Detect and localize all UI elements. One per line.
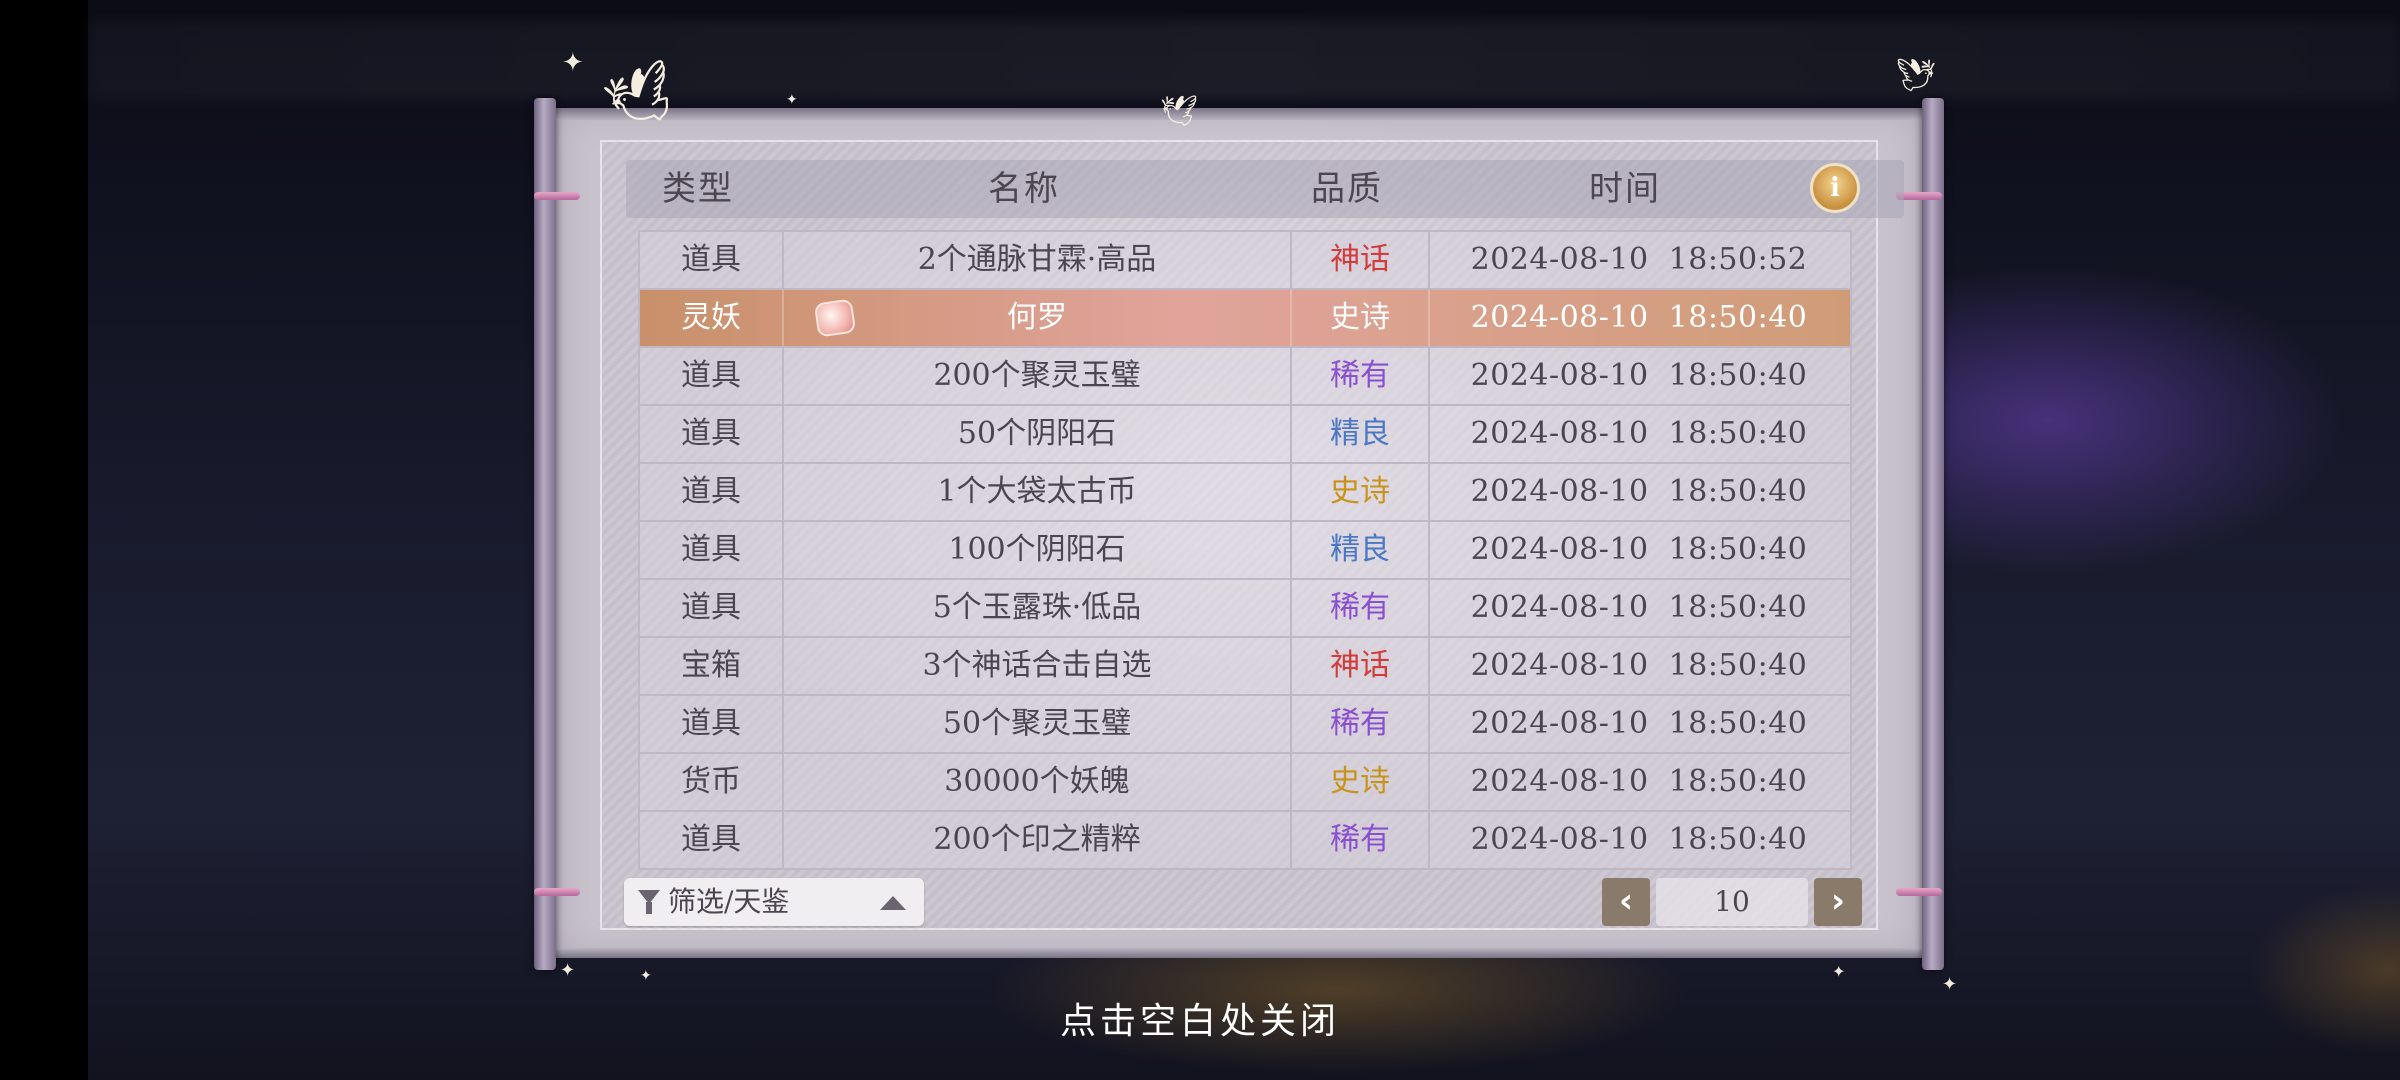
sparkle-icon: ✦ xyxy=(562,48,584,78)
cell-type: 道具 xyxy=(640,522,784,578)
cell-type: 道具 xyxy=(640,406,784,462)
cell-name: 1个大袋太古币 xyxy=(784,464,1292,520)
cell-quality: 稀有 xyxy=(1292,696,1430,752)
filter-dropdown[interactable]: 筛选/天鉴 xyxy=(624,878,924,926)
cell-type: 宝箱 xyxy=(640,638,784,694)
cell-name: 100个阴阳石 xyxy=(784,522,1292,578)
record-table: 道具 2个通脉甘霖·高品 神话 2024-08-10 18:50:52 灵妖 何罗 史诗 20… xyxy=(638,230,1852,870)
page-number: 10 xyxy=(1656,878,1808,926)
cell-type: 道具 xyxy=(640,812,784,868)
next-page-button[interactable]: › xyxy=(1814,878,1862,926)
item-name: 50个阴阳石 xyxy=(957,416,1117,451)
cell-quality: 精良 xyxy=(1292,522,1430,578)
sparkle-icon: ✦ xyxy=(786,92,798,108)
cell-time: 2024-08-10 18:50:40 xyxy=(1470,416,1808,451)
cell-quality: 精良 xyxy=(1292,406,1430,462)
item-name: 5个玉露珠·低品 xyxy=(932,590,1142,625)
cell-quality: 史诗 xyxy=(1292,290,1430,346)
scroll-pin xyxy=(534,888,580,896)
header-type: 类型 xyxy=(662,169,734,209)
item-name: 100个阴阳石 xyxy=(948,532,1126,567)
sparkle-icon: ✦ xyxy=(1942,974,1958,995)
cell-time: 2024-08-10 18:50:40 xyxy=(1470,590,1808,625)
cell-name: 30000个妖魄 xyxy=(784,754,1292,810)
table-row[interactable]: 货币 30000个妖魄 史诗 2024-08-10 18:50:40 xyxy=(640,754,1850,812)
table-row[interactable]: 灵妖 何罗 史诗 2024-08-10 18:50:40 xyxy=(640,290,1850,348)
blurred-top-bar xyxy=(88,20,2400,100)
scroll-rod-left xyxy=(534,98,556,970)
cell-type: 灵妖 xyxy=(640,290,784,346)
cell-quality: 神话 xyxy=(1292,638,1430,694)
cell-name: 50个聚灵玉璧 xyxy=(784,696,1292,752)
sparkle-icon: ✦ xyxy=(640,968,652,984)
table-header: 类型 名称 品质 时间 xyxy=(626,160,1904,218)
item-name: 3个神话合击自选 xyxy=(922,648,1152,683)
header-name: 名称 xyxy=(988,169,1060,209)
filter-label: 筛选/天鉴 xyxy=(668,885,790,918)
item-name: 30000个妖魄 xyxy=(944,764,1130,799)
cell-quality: 稀有 xyxy=(1292,348,1430,404)
table-row[interactable]: 道具 200个聚灵玉璧 稀有 2024-08-10 18:50:40 xyxy=(640,348,1850,406)
cell-time: 2024-08-10 18:50:40 xyxy=(1470,764,1808,799)
cell-time: 2024-08-10 18:50:40 xyxy=(1470,474,1808,509)
cell-quality: 史诗 xyxy=(1292,754,1430,810)
cell-name: 200个印之精粹 xyxy=(784,812,1292,868)
swallow-icon: 🕊 xyxy=(1896,56,1937,94)
item-name: 2个通脉甘霖·高品 xyxy=(917,242,1157,277)
cell-name: 3个神话合击自选 xyxy=(784,638,1292,694)
cell-name: 5个玉露珠·低品 xyxy=(784,580,1292,636)
cell-type: 道具 xyxy=(640,696,784,752)
cell-quality: 稀有 xyxy=(1292,812,1430,868)
cell-name: 200个聚灵玉璧 xyxy=(784,348,1292,404)
cell-type: 道具 xyxy=(640,464,784,520)
cell-time: 2024-08-10 18:50:52 xyxy=(1470,242,1808,277)
sparkle-icon: ✦ xyxy=(1832,962,1846,981)
item-name: 200个聚灵玉璧 xyxy=(933,358,1141,393)
table-row[interactable]: 道具 1个大袋太古币 史诗 2024-08-10 18:50:40 xyxy=(640,464,1850,522)
cell-quality: 史诗 xyxy=(1292,464,1430,520)
cell-type: 道具 xyxy=(640,232,784,288)
header-time: 时间 xyxy=(1589,169,1661,209)
spirit-creature-icon xyxy=(813,298,857,338)
cell-name: 50个阴阳石 xyxy=(784,406,1292,462)
table-row[interactable]: 道具 2个通脉甘霖·高品 神话 2024-08-10 18:50:52 xyxy=(640,232,1850,290)
cell-name: 何罗 xyxy=(784,290,1292,346)
info-icon[interactable]: ⅰ xyxy=(1810,163,1860,213)
cell-type: 道具 xyxy=(640,348,784,404)
table-row[interactable]: 道具 50个阴阳石 精良 2024-08-10 18:50:40 xyxy=(640,406,1850,464)
table-row[interactable]: 道具 100个阴阳石 精良 2024-08-10 18:50:40 xyxy=(640,522,1850,580)
sparkle-icon: ✦ xyxy=(560,960,576,981)
cell-type: 道具 xyxy=(640,580,784,636)
caret-up-icon xyxy=(880,896,906,910)
item-name: 1个大袋太古币 xyxy=(937,474,1137,509)
cell-time: 2024-08-10 18:50:40 xyxy=(1470,300,1808,335)
cell-quality: 神话 xyxy=(1292,232,1430,288)
swallow-icon: 🕊 xyxy=(1160,94,1199,129)
table-row[interactable]: 道具 50个聚灵玉璧 稀有 2024-08-10 18:50:40 xyxy=(640,696,1850,754)
scroll-pin xyxy=(1896,888,1942,896)
header-quality: 品质 xyxy=(1311,169,1383,209)
cell-time: 2024-08-10 18:50:40 xyxy=(1470,648,1808,683)
item-name: 何罗 xyxy=(1007,300,1067,335)
close-hint[interactable]: 点击空白处关闭 xyxy=(0,992,2400,1044)
table-row[interactable]: 道具 200个印之精粹 稀有 2024-08-10 18:50:40 xyxy=(640,812,1850,870)
table-row[interactable]: 道具 5个玉露珠·低品 稀有 2024-08-10 18:50:40 xyxy=(640,580,1850,638)
cell-quality: 稀有 xyxy=(1292,580,1430,636)
item-name: 200个印之精粹 xyxy=(933,822,1141,857)
cell-time: 2024-08-10 18:50:40 xyxy=(1470,358,1808,393)
cell-time: 2024-08-10 18:50:40 xyxy=(1470,706,1808,741)
cell-type: 货币 xyxy=(640,754,784,810)
item-name: 50个聚灵玉璧 xyxy=(942,706,1132,741)
funnel-icon xyxy=(638,890,660,914)
cell-time: 2024-08-10 18:50:40 xyxy=(1470,822,1808,857)
cell-name: 2个通脉甘霖·高品 xyxy=(784,232,1292,288)
table-row[interactable]: 宝箱 3个神话合击自选 神话 2024-08-10 18:50:40 xyxy=(640,638,1850,696)
scroll-pin xyxy=(534,192,580,200)
scroll-rod-right xyxy=(1922,98,1944,970)
cell-time: 2024-08-10 18:50:40 xyxy=(1470,532,1808,567)
prev-page-button[interactable]: ‹ xyxy=(1602,878,1650,926)
